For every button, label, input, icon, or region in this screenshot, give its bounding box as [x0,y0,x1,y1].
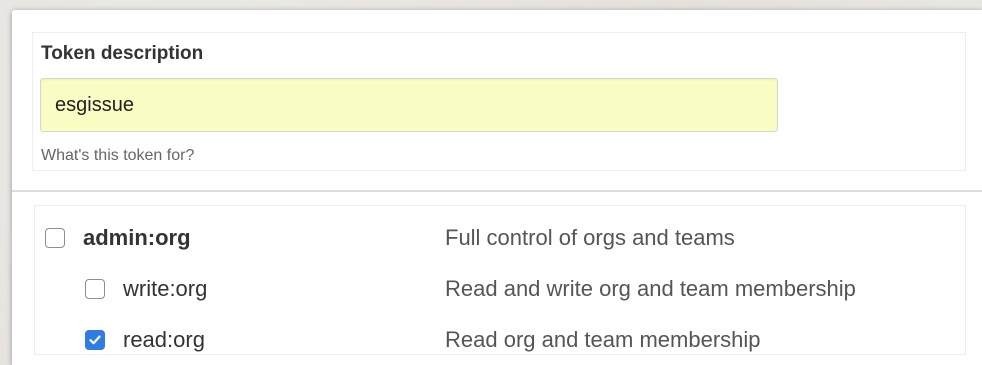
scope-name-admin-org: admin:org [83,225,191,250]
scope-description-read-org: Read org and team membership [445,327,761,352]
token-description-section: Token description What's this token for? [32,32,966,171]
token-settings-panel: Token description What's this token for?… [12,10,982,365]
scope-row-admin-org: admin:org Full control of orgs and teams [35,218,965,258]
scope-checkbox-write-org[interactable] [85,279,105,299]
checkmark-icon [89,335,101,345]
scopes-list: admin:org Full control of orgs and teams… [34,205,966,355]
token-description-hint: What's this token for? [41,147,195,164]
scope-description-write-org: Read and write org and team membership [445,276,856,301]
scope-checkbox-read-org[interactable] [85,330,105,350]
scope-description-admin-org: Full control of orgs and teams [445,225,735,250]
section-divider [12,190,982,192]
scope-row-write-org: write:org Read and write org and team me… [35,269,965,309]
scope-name-read-org: read:org [123,327,205,352]
scope-row-read-org: read:org Read org and team membership [35,320,965,360]
scope-name-write-org: write:org [123,276,208,301]
token-description-label: Token description [41,43,204,64]
scope-checkbox-admin-org[interactable] [45,228,65,248]
token-description-input[interactable] [40,78,778,132]
